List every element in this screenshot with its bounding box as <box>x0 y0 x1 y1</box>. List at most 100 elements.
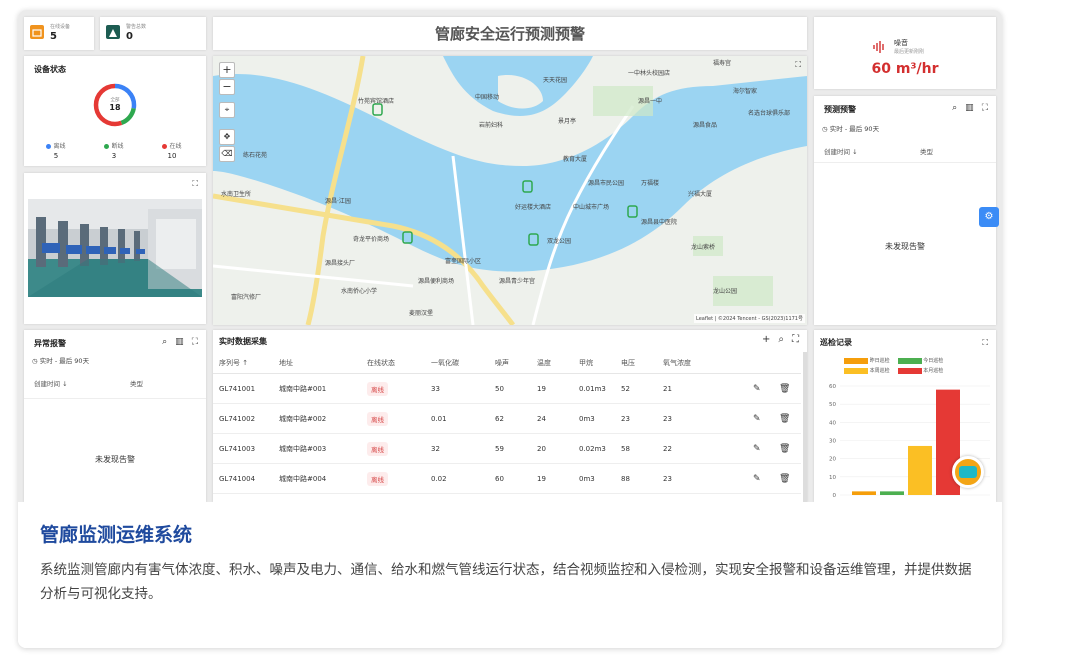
columns-icon[interactable]: ▥ <box>965 103 974 113</box>
edit-icon[interactable]: ✎ <box>753 474 761 484</box>
status-donut-chart: 全部 18 <box>92 82 138 132</box>
map-label: 双龙公园 <box>547 238 572 245</box>
realtime-data-panel: 实时数据采集 + ⌕ ⛶ 序列号 ↑ 地址 在线状态 一氧化碳 噪声 温度 甲烷… <box>213 330 807 502</box>
table-row[interactable]: GL741001 城南中路#001 离线 33 50 19 0.01m3 52 … <box>213 374 801 404</box>
map-label: 源昌县中医院 <box>641 219 678 226</box>
y-tick-label: 30 <box>829 439 836 445</box>
column-created-time[interactable]: 创建时间 ↓ <box>34 378 68 388</box>
header-address[interactable]: 地址 <box>279 358 293 368</box>
bar-1[interactable] <box>852 491 876 495</box>
forecast-subtitle: ◷ 实时 - 最后 90天 <box>822 123 879 133</box>
settings-fab[interactable]: ⚙ <box>979 207 999 227</box>
dashboard-screenshot: 在线设备 5 警告总数 0 管廊安全运行预测预警 噪音 最后更新刚刚 60 m³… <box>18 10 1002 502</box>
header-temperature[interactable]: 温度 <box>537 358 551 368</box>
header-co[interactable]: 一氧化碳 <box>431 358 459 368</box>
legend-value: 3 <box>111 152 117 160</box>
cell-noise: 62 <box>495 414 504 423</box>
map-label: 龙山公园 <box>713 288 738 295</box>
zoom-out-button[interactable]: − <box>219 79 235 95</box>
bar-2[interactable] <box>880 491 904 495</box>
fullscreen-icon[interactable]: ⛶ <box>192 337 198 347</box>
cell-oxygen: 21 <box>663 384 672 393</box>
panel-title: 实时数据采集 <box>219 337 267 346</box>
noise-label: 噪音 <box>894 39 908 47</box>
fullscreen-icon[interactable]: ⛶ <box>192 179 198 189</box>
zoom-in-button[interactable]: + <box>219 62 235 78</box>
table-row[interactable]: GL741002 城南中路#002 离线 0.01 62 24 0m3 23 2… <box>213 404 801 434</box>
status-badge: 离线 <box>367 411 388 426</box>
map-label: 中山城市广场 <box>573 204 610 211</box>
clock-icon: ◷ <box>32 357 38 365</box>
dashboard-title: 管廊安全运行预测预警 <box>213 17 807 50</box>
cell-oxygen: 23 <box>663 474 672 483</box>
delete-icon[interactable]: 🗑 <box>779 474 790 484</box>
caption-title: 管廊监测运维系统 <box>40 524 193 546</box>
pump-room-photo <box>28 199 202 297</box>
move-tool-icon[interactable]: ✥ <box>219 129 235 145</box>
column-type[interactable]: 类型 <box>920 146 933 156</box>
map-label: 源昌一中 <box>638 98 663 105</box>
stat-online-devices: 在线设备 5 <box>24 17 94 50</box>
bar-3[interactable] <box>908 445 932 495</box>
map-panel[interactable]: + − ⌖ ✥ ⌫ ⛶ 天天花园 一中林头校园店 福寿宫 竹苑宾馆酒店 中国移动… <box>213 56 807 325</box>
delete-icon[interactable]: 🗑 <box>779 414 790 424</box>
fullscreen-icon[interactable]: ⛶ <box>982 103 988 113</box>
table-row[interactable]: GL741003 城南中路#003 离线 32 59 20 0.02m3 58 … <box>213 434 801 464</box>
search-icon[interactable]: ⌕ <box>162 337 167 347</box>
map-label: 源昌·江园 <box>325 198 351 205</box>
chat-icon <box>959 466 977 478</box>
fullscreen-icon[interactable]: ⛶ <box>792 334 799 345</box>
map-label: 中国移动 <box>475 94 500 101</box>
add-icon[interactable]: + <box>762 334 770 345</box>
cell-noise: 59 <box>495 444 504 453</box>
edit-icon[interactable]: ✎ <box>753 414 761 424</box>
header-serial[interactable]: 序列号 ↑ <box>219 358 248 368</box>
map-fullscreen-icon[interactable]: ⛶ <box>795 60 801 70</box>
map-label: 竹苑宾馆酒店 <box>358 98 395 105</box>
gear-icon: ⚙ <box>984 211 994 222</box>
table-header: 序列号 ↑ 地址 在线状态 一氧化碳 噪声 温度 甲烷 电压 氧气浓度 <box>213 352 801 374</box>
map-label: 龙山索桥 <box>691 244 716 251</box>
subtitle-text: 实时 - 最后 90天 <box>829 125 880 133</box>
map-label: 名选台球俱乐部 <box>748 110 791 117</box>
chat-assistant-button[interactable] <box>952 456 984 488</box>
edit-icon[interactable]: ✎ <box>753 384 761 394</box>
cell-oxygen: 23 <box>663 414 672 423</box>
divider <box>24 398 206 399</box>
cell-serial: GL741001 <box>219 384 256 393</box>
map-label: 麦丽汉堡 <box>409 310 434 317</box>
cell-temperature: 19 <box>537 474 546 483</box>
header-noise[interactable]: 噪声 <box>495 358 509 368</box>
map-label: 岩前妇科 <box>479 122 504 129</box>
delete-icon[interactable]: 🗑 <box>779 444 790 454</box>
header-voltage[interactable]: 电压 <box>621 358 635 368</box>
search-icon[interactable]: ⌕ <box>952 103 957 113</box>
search-icon[interactable]: ⌕ <box>778 334 784 345</box>
header-methane[interactable]: 甲烷 <box>579 358 593 368</box>
delete-icon[interactable]: 🗑 <box>779 384 790 394</box>
status-badge: 离线 <box>367 441 388 456</box>
columns-icon[interactable]: ▥ <box>175 337 184 347</box>
y-tick-label: 40 <box>829 420 836 426</box>
panel-title: 异常报警 <box>34 339 66 348</box>
y-tick-label: 50 <box>829 402 836 408</box>
cell-noise: 60 <box>495 474 504 483</box>
noise-sublabel: 最后更新刚刚 <box>894 49 925 55</box>
y-tick-label: 20 <box>829 457 836 463</box>
map-label: 兴福大厦 <box>688 191 713 198</box>
marker-tool-icon[interactable]: ⌖ <box>219 102 235 118</box>
eraser-tool-icon[interactable]: ⌫ <box>219 146 235 162</box>
header-oxygen[interactable]: 氧气浓度 <box>663 358 691 368</box>
empty-state-text: 未发现告警 <box>95 455 135 464</box>
map-attribution[interactable]: Leaflet | ©2024 Tencent - GS(2023)1171号 <box>694 314 805 323</box>
table-row[interactable]: GL741004 城南中路#004 离线 0.02 60 19 0m3 88 2… <box>213 464 801 494</box>
table-scrollbar[interactable] <box>803 352 807 502</box>
map-label: 景月亭 <box>558 118 577 125</box>
device-icon <box>30 25 44 39</box>
cell-co: 33 <box>431 384 440 393</box>
panel-tools: ⌕ ▥ ⛶ <box>162 337 198 347</box>
edit-icon[interactable]: ✎ <box>753 444 761 454</box>
column-created-time[interactable]: 创建时间 ↓ <box>824 146 858 156</box>
column-type[interactable]: 类型 <box>130 378 143 388</box>
header-status[interactable]: 在线状态 <box>367 358 395 368</box>
